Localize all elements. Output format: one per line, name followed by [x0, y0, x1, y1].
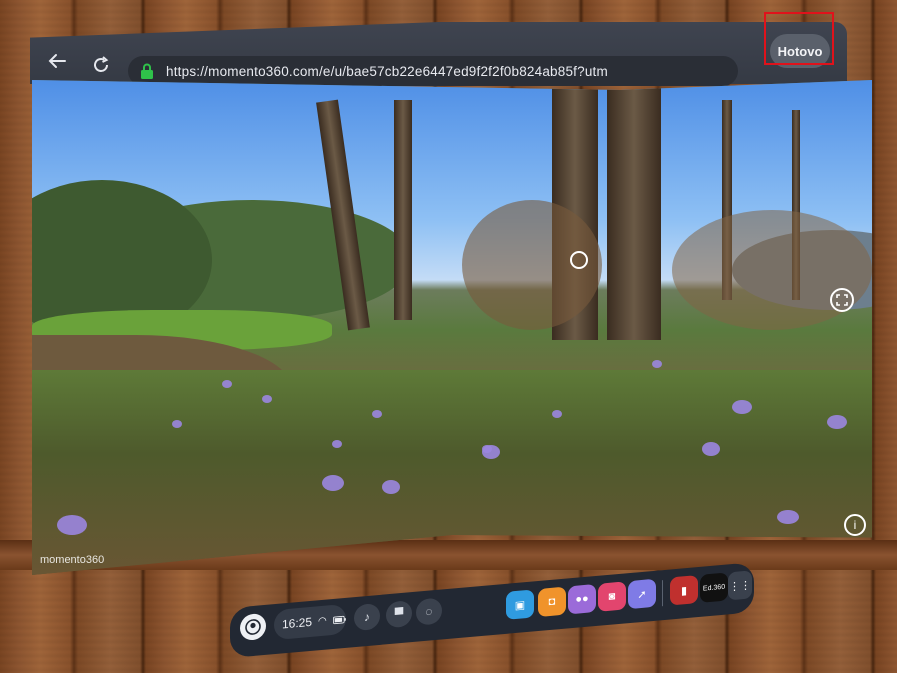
address-bar[interactable]: https://momento360.com/e/u/bae57cb22e644…	[128, 56, 738, 86]
app-shop-button[interactable]: ◘	[538, 586, 566, 618]
controller-icon: ◌	[425, 604, 433, 619]
crocus-flower	[382, 480, 400, 494]
app-browser-button[interactable]: ➚	[628, 578, 656, 610]
crocus-flower	[732, 400, 752, 414]
bell-icon: ♪	[364, 609, 370, 625]
url-text: https://momento360.com/e/u/bae57cb22e644…	[166, 63, 608, 79]
reload-button[interactable]	[86, 50, 116, 80]
crocus-flower	[57, 515, 87, 535]
fullscreen-icon	[836, 294, 848, 306]
people-icon: ●●	[575, 592, 589, 606]
tree-trunk	[394, 100, 412, 320]
battery-icon	[332, 615, 346, 624]
avatar-icon	[245, 619, 261, 635]
info-icon: i	[853, 518, 857, 532]
notifications-button[interactable]: ♪	[354, 602, 380, 632]
lock-icon	[141, 63, 153, 79]
app-store-button[interactable]: ▣	[506, 589, 534, 620]
cast-button[interactable]: ▀	[386, 600, 412, 629]
crocus-flower	[552, 410, 562, 418]
tree-trunk	[607, 80, 661, 340]
momento360-watermark: momento360	[40, 554, 105, 566]
shop-icon: ◘	[548, 595, 556, 609]
camera-icon: ◙	[608, 590, 616, 603]
crocus-flower	[652, 360, 662, 368]
circle-cursor-icon	[570, 251, 588, 269]
app-camera-button[interactable]: ◙	[598, 581, 626, 612]
browser-icon: ➚	[637, 588, 647, 601]
crocus-flower	[222, 380, 232, 388]
app-people-button[interactable]: ●●	[568, 583, 596, 615]
crocus-flower	[777, 510, 799, 524]
highlight-box	[764, 12, 834, 65]
store-icon: ▣	[514, 598, 526, 612]
info-button[interactable]: i	[844, 514, 866, 536]
ed360-app-button[interactable]: Ed.360	[700, 572, 728, 603]
crocus-flower	[827, 415, 847, 429]
crocus-flower	[332, 440, 342, 448]
status-pill[interactable]: 16:25 ◠	[274, 603, 346, 641]
wifi-icon: ◠	[318, 615, 327, 627]
crocus-flower	[372, 410, 382, 418]
recent-app-button[interactable]: ▮	[670, 575, 698, 606]
fullscreen-button[interactable]	[830, 288, 854, 312]
panorama-view[interactable]: i	[32, 80, 872, 575]
apps-grid-icon: ⋮⋮	[729, 578, 751, 593]
crocus-flower	[482, 445, 500, 459]
bush	[672, 210, 872, 330]
reload-icon	[94, 56, 109, 72]
app-thumbnail-icon: ▮	[680, 584, 688, 598]
back-button[interactable]	[42, 46, 72, 76]
crocus-flower	[262, 395, 272, 403]
clock: 16:25	[282, 614, 313, 632]
crocus-flower	[702, 442, 720, 456]
dock-divider	[662, 580, 663, 607]
crocus-flower	[172, 420, 182, 428]
arrow-left-icon	[48, 54, 66, 68]
avatar-button[interactable]	[240, 612, 266, 642]
crocus-flower	[322, 475, 344, 491]
cast-icon: ▀	[394, 606, 404, 622]
apps-grid-button[interactable]: ⋮⋮	[728, 570, 752, 601]
ed360-label: Ed.360	[702, 583, 726, 593]
controllers-button[interactable]: ◌	[416, 597, 442, 626]
